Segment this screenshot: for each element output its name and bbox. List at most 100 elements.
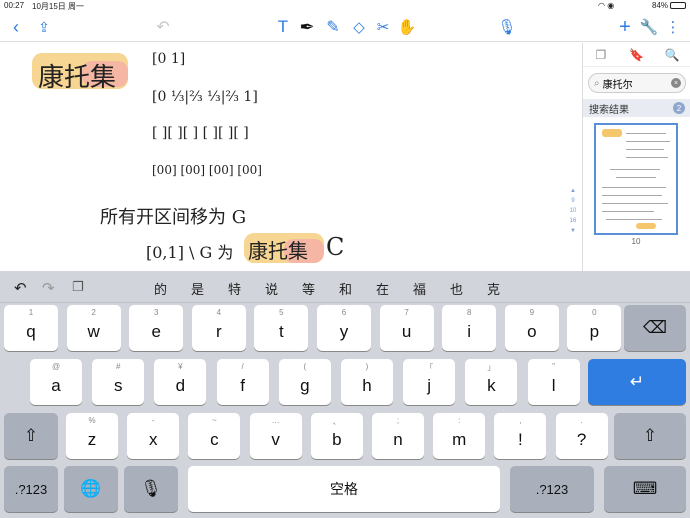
key-label: s: [113, 376, 123, 395]
add-icon[interactable]: +: [614, 16, 636, 38]
candidate[interactable]: 在: [376, 279, 389, 298]
numbers-key-left[interactable]: .?123: [4, 466, 58, 512]
key[interactable]: :m: [433, 413, 486, 459]
key[interactable]: 、 b: [310, 413, 363, 459]
key-label: j: [427, 376, 432, 395]
key[interactable]: 9o: [504, 305, 559, 351]
candidate[interactable]: 的: [154, 279, 167, 298]
key[interactable]: -x: [127, 413, 180, 459]
candidate[interactable]: 特: [228, 279, 241, 298]
candidate[interactable]: 福: [413, 279, 426, 298]
key[interactable]: # s: [92, 359, 145, 405]
globe-icon[interactable]: 🌐: [64, 466, 118, 512]
shift-key-right[interactable]: ⇧: [614, 413, 686, 459]
note-line-6: [0,1] \ G 为: [146, 243, 234, 262]
key[interactable]: 2w: [66, 305, 121, 351]
thumb-line: [602, 195, 662, 196]
thumbnail-page-number: 10: [631, 237, 641, 246]
thumb-line: [626, 149, 664, 150]
key-label: b: [332, 430, 342, 449]
key[interactable]: 5t: [254, 305, 309, 351]
wrench-icon[interactable]: 🔧: [638, 16, 660, 38]
candidate[interactable]: 和: [339, 279, 352, 298]
key[interactable]: ) h: [341, 359, 393, 405]
return-key[interactable]: ↵: [588, 359, 686, 405]
key[interactable]: " l: [527, 359, 580, 405]
thumb-line: [626, 133, 666, 134]
clear-icon[interactable]: ×: [671, 78, 681, 88]
numbers-key-right[interactable]: .?123: [510, 466, 594, 512]
pager-up-icon[interactable]: ▲: [567, 186, 579, 196]
kb-undo-icon[interactable]: ↶: [14, 279, 27, 297]
key-label: v: [271, 430, 280, 449]
pager-next: 16: [569, 218, 577, 224]
note-canvas[interactable]: 康托集 [0 1] [0 ⅓|⅔ ⅓|⅔ 1] [ ][ ][ ] [ ][ ]…: [0, 43, 582, 271]
key[interactable]: ¥ d: [154, 359, 207, 405]
thumb-line: [626, 157, 668, 158]
key[interactable]: 1q: [4, 305, 58, 351]
key[interactable]: ; n: [372, 413, 424, 459]
search-icon[interactable]: 🔍: [654, 43, 690, 66]
dictation-icon[interactable]: 🎙: [124, 466, 178, 512]
key[interactable]: / f: [216, 359, 269, 405]
key[interactable]: 「j: [403, 359, 456, 405]
thumb-line: [626, 141, 670, 142]
candidate[interactable]: 克: [487, 279, 500, 298]
hide-keyboard-icon[interactable]: ⌨: [604, 466, 686, 512]
kb-redo-icon[interactable]: ↷: [42, 279, 55, 297]
candidate[interactable]: 说: [265, 279, 278, 298]
search-input[interactable]: ⌕ 康托尔 ×: [588, 73, 686, 93]
hand-icon[interactable]: ✋: [396, 16, 418, 38]
share-icon[interactable]: ⇪: [34, 16, 54, 38]
key[interactable]: 7u: [379, 305, 434, 351]
eraser-icon[interactable]: ◇: [348, 16, 370, 38]
mic-icon[interactable]: 🎙: [496, 16, 518, 38]
key-secondary: 」: [487, 363, 496, 372]
result-thumbnail[interactable]: [594, 123, 678, 235]
thumb-line: [602, 187, 666, 188]
key[interactable]: 4r: [191, 305, 246, 351]
key-secondary: ¥: [178, 362, 183, 371]
key[interactable]: … v: [249, 413, 302, 459]
key-secondary: 7: [404, 308, 409, 317]
key[interactable]: @ a: [30, 359, 82, 405]
more-icon[interactable]: ⋮: [662, 16, 684, 38]
backspace-key[interactable]: ⌫: [624, 305, 686, 351]
key[interactable]: 3e: [129, 305, 184, 351]
key[interactable]: 0p: [567, 305, 622, 351]
bookmark-icon[interactable]: 🔖: [619, 43, 655, 66]
keyboard: ↶ ↷ ❐ 的 是 特 说 等 和 在 福 也 克 1q2w3e4r5t6y7u…: [0, 271, 690, 518]
candidate[interactable]: 等: [302, 279, 315, 298]
key[interactable]: 8i: [442, 305, 497, 351]
key[interactable]: 6y: [317, 305, 371, 351]
key[interactable]: .?: [555, 413, 608, 459]
key-secondary: 4: [216, 308, 222, 317]
key[interactable]: (g: [278, 359, 331, 405]
pen-icon[interactable]: ✒: [296, 16, 318, 38]
key[interactable]: ,!: [494, 413, 547, 459]
key-secondary: 9: [529, 308, 535, 317]
chevron-left-icon[interactable]: ‹: [8, 16, 24, 38]
pages-icon[interactable]: ❐: [583, 43, 619, 66]
undo-icon[interactable]: ↶: [152, 16, 174, 38]
key-secondary: /: [241, 362, 244, 371]
candidate[interactable]: 是: [191, 279, 204, 298]
shift-key-left[interactable]: ⇧: [4, 413, 58, 459]
highlighter-icon[interactable]: ✎: [322, 16, 344, 38]
space-key[interactable]: 空格: [188, 466, 500, 512]
pager-down-icon[interactable]: ▼: [567, 226, 579, 236]
key[interactable]: 」 k: [465, 359, 518, 405]
key[interactable]: % z: [66, 413, 118, 459]
thumb-line: [602, 203, 668, 204]
text-icon[interactable]: T: [272, 16, 294, 38]
kb-paste-icon[interactable]: ❐: [72, 279, 84, 295]
note-line-2: [0 ⅓|⅔ ⅓|⅔ 1]: [152, 89, 258, 105]
lasso-icon[interactable]: ✂: [372, 16, 394, 38]
thumb-line: [606, 219, 662, 220]
key[interactable]: ~ c: [188, 413, 241, 459]
wifi-icon: ◠ ◉: [598, 1, 615, 10]
key-secondary: -: [151, 416, 155, 425]
key-secondary: 「: [425, 363, 434, 372]
page-scroller[interactable]: ▲ 9 10 16 ▼: [567, 186, 579, 236]
candidate[interactable]: 也: [450, 279, 463, 298]
